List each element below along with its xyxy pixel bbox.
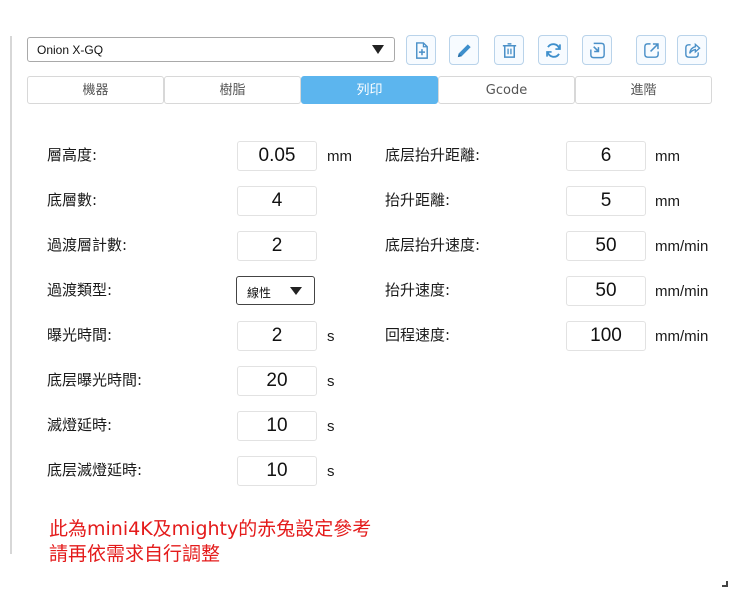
lift-distance-unit: mm <box>655 193 680 210</box>
bottom-exposure-label: 底层曝光時間: <box>47 371 143 389</box>
transition-layers-label: 過渡層計數: <box>47 236 128 254</box>
delete-button[interactable] <box>494 35 524 65</box>
lift-distance-input[interactable]: 5 <box>566 186 646 216</box>
refresh-icon <box>546 43 561 58</box>
bottom-layers-input[interactable]: 4 <box>237 186 317 216</box>
chevron-down-icon <box>372 45 384 54</box>
bottom-lift-speed-input[interactable]: 50 <box>566 231 646 261</box>
trash-icon <box>502 43 517 58</box>
retract-speed-label: 回程速度: <box>385 326 451 344</box>
light-off-delay-label: 滅燈延時: <box>47 416 113 434</box>
tab-print[interactable]: 列印 <box>301 76 438 104</box>
exposure-time-unit: s <box>327 328 335 345</box>
bottom-lift-speed-unit: mm/min <box>655 238 709 255</box>
layer-height-label: 層高度: <box>47 146 98 164</box>
tab-advanced[interactable]: 進階 <box>575 76 712 104</box>
exposure-time-label: 曝光時間: <box>47 326 113 344</box>
edit-pencil-icon <box>457 44 471 58</box>
bottom-exposure-input[interactable]: 20 <box>237 366 317 396</box>
add-profile-button[interactable] <box>406 35 436 65</box>
bottom-light-off-delay-label: 底层滅燈延時: <box>47 461 143 479</box>
add-profile-icon <box>416 42 428 59</box>
left-border <box>10 36 12 554</box>
transition-type-select[interactable]: 線性 <box>236 276 315 305</box>
export-icon <box>644 43 659 58</box>
import-button[interactable] <box>582 35 612 65</box>
export-button[interactable] <box>636 35 666 65</box>
transition-type-value: 線性 <box>247 286 272 300</box>
bottom-lift-distance-unit: mm <box>655 148 680 165</box>
bottom-exposure-unit: s <box>327 373 335 390</box>
chevron-down-icon <box>290 287 302 295</box>
tab-resin[interactable]: 樹脂 <box>164 76 301 104</box>
bottom-layers-label: 底層數: <box>47 191 98 209</box>
printer-select[interactable]: Onion X-GQ <box>27 37 395 62</box>
settings-note-line-1: 此為mini4K及mighty的赤兔設定參考 <box>49 518 372 540</box>
lift-distance-label: 抬升距離: <box>385 191 451 209</box>
resize-grip-icon[interactable] <box>722 581 728 587</box>
tab-machine[interactable]: 機器 <box>27 76 164 104</box>
retract-speed-input[interactable]: 100 <box>566 321 646 351</box>
import-icon <box>590 42 605 59</box>
settings-tabs: 機器 樹脂 列印 Gcode 進階 <box>27 76 712 104</box>
lift-speed-unit: mm/min <box>655 283 709 300</box>
printer-select-value: Onion X-GQ <box>37 43 104 57</box>
bottom-light-off-delay-unit: s <box>327 463 335 480</box>
retract-speed-unit: mm/min <box>655 328 709 345</box>
refresh-button[interactable] <box>538 35 568 65</box>
edit-button[interactable] <box>449 35 479 65</box>
layer-height-unit: mm <box>327 148 352 165</box>
transition-type-label: 過渡類型: <box>47 281 113 299</box>
lift-speed-label: 抬升速度: <box>385 281 451 299</box>
bottom-lift-distance-input[interactable]: 6 <box>566 141 646 171</box>
settings-note-line-2: 請再依需求自行調整 <box>49 543 221 565</box>
light-off-delay-input[interactable]: 10 <box>237 411 317 441</box>
bottom-light-off-delay-input[interactable]: 10 <box>237 456 317 486</box>
bottom-lift-distance-label: 底层抬升距離: <box>385 146 481 164</box>
exposure-time-input[interactable]: 2 <box>237 321 317 351</box>
lift-speed-input[interactable]: 50 <box>566 276 646 306</box>
share-icon <box>685 42 701 58</box>
share-button[interactable] <box>677 35 707 65</box>
transition-layers-input[interactable]: 2 <box>237 231 317 261</box>
bottom-lift-speed-label: 底层抬升速度: <box>385 236 481 254</box>
layer-height-input[interactable]: 0.05 <box>237 141 317 171</box>
light-off-delay-unit: s <box>327 418 335 435</box>
tab-gcode[interactable]: Gcode <box>438 76 575 104</box>
